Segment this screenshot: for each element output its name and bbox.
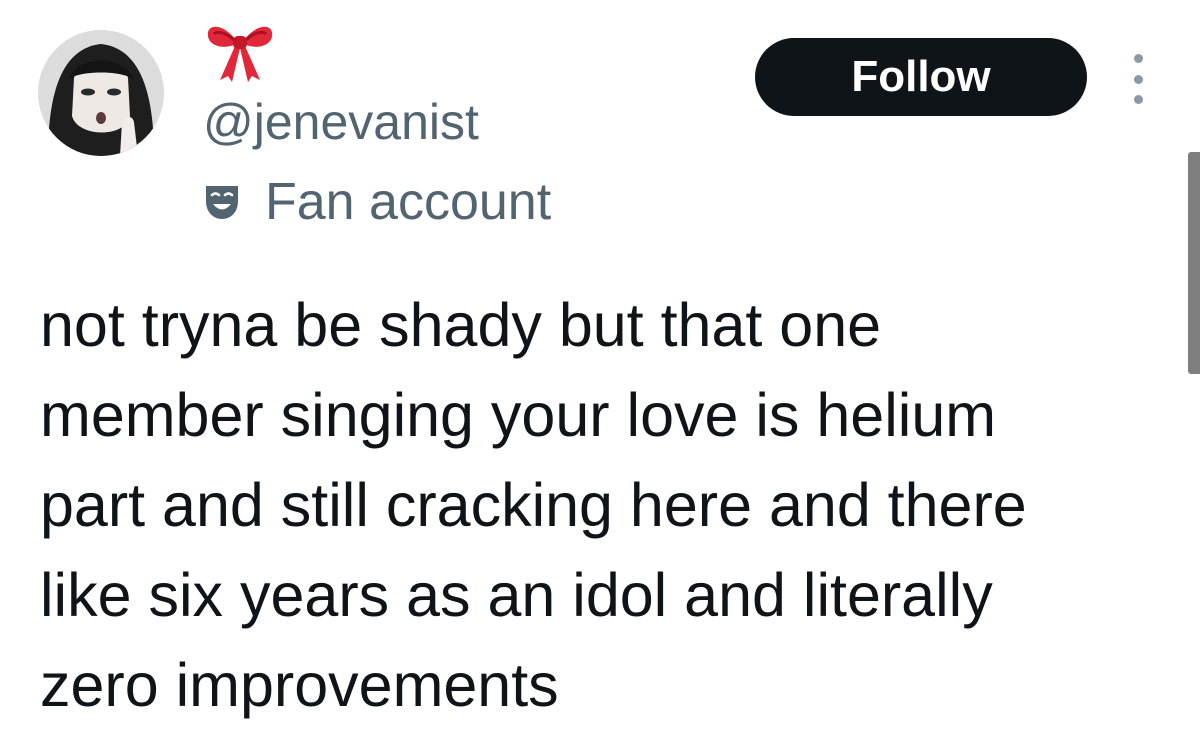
avatar-photo bbox=[38, 30, 164, 156]
user-handle[interactable]: @jenevanist bbox=[203, 92, 479, 152]
tweet-text: not tryna be shady but that one member s… bbox=[40, 291, 1027, 719]
scrollbar[interactable] bbox=[1188, 152, 1200, 374]
tweet-card: @jenevanist Fan account Follow not tryna… bbox=[0, 0, 1200, 737]
ribbon-icon bbox=[207, 26, 273, 82]
account-label: Fan account bbox=[203, 170, 551, 234]
follow-button[interactable]: Follow bbox=[755, 38, 1087, 116]
account-label-text: Fan account bbox=[265, 173, 552, 231]
avatar[interactable] bbox=[38, 30, 164, 156]
theater-mask-icon bbox=[206, 186, 238, 219]
more-vertical-icon bbox=[1133, 54, 1143, 63]
more-options-button[interactable] bbox=[1124, 54, 1152, 104]
display-name[interactable] bbox=[200, 18, 280, 84]
